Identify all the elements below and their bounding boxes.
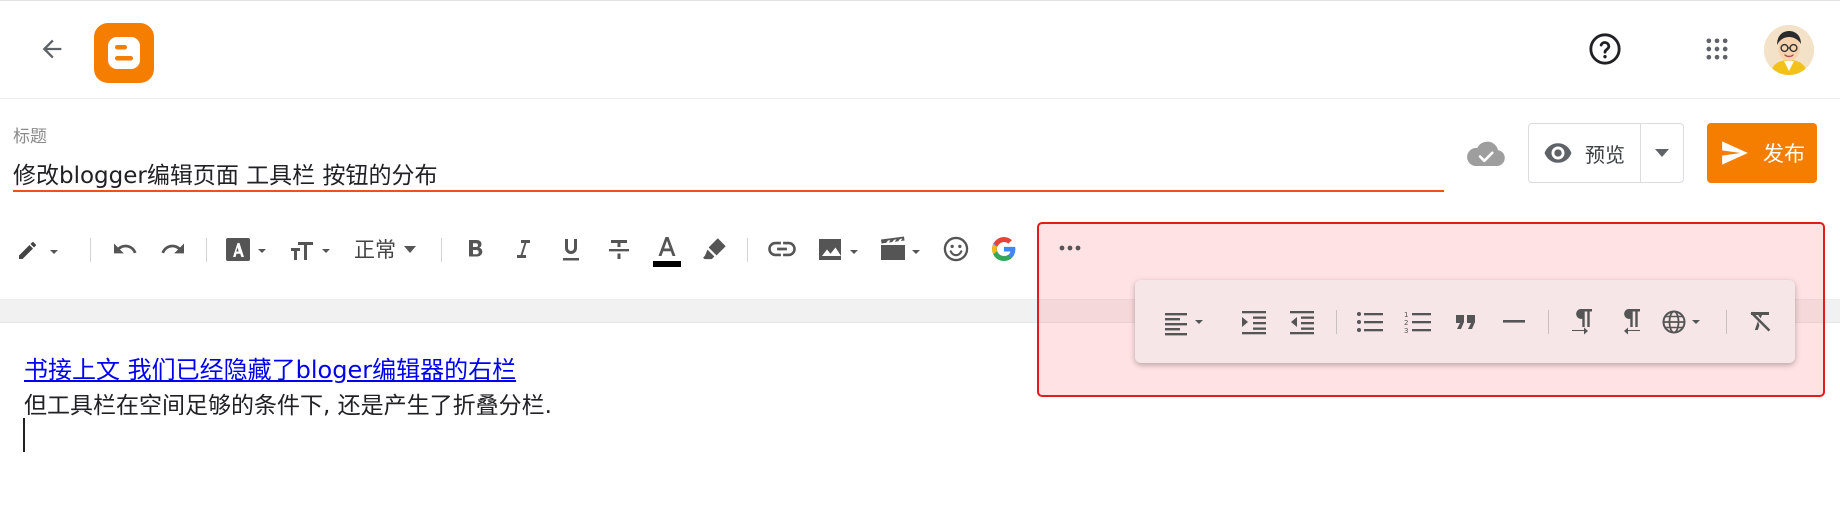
blogger-b-icon <box>108 37 140 69</box>
font-icon <box>226 238 266 261</box>
compose-mode-dropdown[interactable] <box>16 233 62 265</box>
app-header <box>0 1 1840 99</box>
preview-button[interactable]: 预览 <box>1529 124 1640 182</box>
content-link[interactable]: 书接上文 我们已经隐藏了bloger编辑器的右栏 <box>24 350 516 385</box>
insert-link-button[interactable] <box>766 233 798 265</box>
bulleted-list-icon <box>1357 312 1383 332</box>
align-dropdown[interactable] <box>1163 302 1209 342</box>
indent-button[interactable] <box>1239 302 1269 342</box>
quote-icon <box>1456 315 1475 329</box>
bold-button[interactable] <box>460 233 490 265</box>
content-paragraph: 但工具栏在空间足够的条件下, 还是产生了折叠分栏. <box>24 393 552 419</box>
publish-button[interactable]: 发布 <box>1707 123 1817 183</box>
arrow-left-icon <box>42 39 62 59</box>
link-icon <box>768 241 796 257</box>
underline-button[interactable] <box>556 233 586 265</box>
google-g-icon <box>992 237 1016 261</box>
redo-icon <box>161 243 184 254</box>
toolbar-separator <box>441 238 442 262</box>
menu-separator <box>1336 310 1337 334</box>
caret-down-icon <box>404 245 416 253</box>
bulleted-list-button[interactable] <box>1355 302 1385 342</box>
text-size-icon <box>291 242 330 260</box>
quote-button[interactable] <box>1451 302 1481 342</box>
undo-icon <box>114 243 137 254</box>
toolbar-separator <box>206 238 207 262</box>
google-search-button[interactable] <box>988 233 1020 265</box>
numbered-list-icon: 1 2 3 <box>1404 311 1431 335</box>
text-color-icon <box>653 237 681 267</box>
back-button[interactable] <box>28 25 76 73</box>
toolbar-separator <box>747 238 748 262</box>
svg-text:1: 1 <box>1404 311 1408 319</box>
svg-text:3: 3 <box>1404 327 1408 335</box>
undo-button[interactable] <box>109 233 141 265</box>
horizontal-rule-icon <box>1503 320 1525 323</box>
toolbar-separator <box>90 238 91 262</box>
apps-grid-icon <box>1706 38 1728 60</box>
blogger-logo[interactable] <box>94 23 154 83</box>
rtl-button[interactable] <box>1615 302 1645 342</box>
bold-icon <box>469 240 483 257</box>
redo-button[interactable] <box>157 233 189 265</box>
insert-video-dropdown[interactable] <box>878 233 924 265</box>
preview-dropdown[interactable] <box>1640 124 1683 182</box>
send-icon <box>1722 141 1748 165</box>
highlighter-icon <box>703 238 726 260</box>
svg-text:2: 2 <box>1404 319 1408 327</box>
pencil-icon <box>19 242 58 259</box>
menu-separator <box>1726 310 1727 334</box>
more-options-button[interactable] <box>1055 234 1085 262</box>
cloud-done-icon <box>1464 136 1508 172</box>
indent-decrease-icon <box>1290 311 1314 335</box>
insert-image-dropdown[interactable] <box>816 233 862 265</box>
text-direction-ltr-icon <box>1572 309 1592 335</box>
clear-formatting-button[interactable] <box>1745 302 1775 342</box>
post-title-input[interactable] <box>13 156 1444 192</box>
outdent-button[interactable] <box>1287 302 1317 342</box>
more-horiz-icon <box>1059 245 1081 251</box>
user-avatar-icon <box>1764 25 1814 75</box>
image-icon <box>819 239 858 260</box>
toolbar-overflow-menu: 1 2 3 <box>1135 280 1795 363</box>
preview-button-group: 预览 <box>1528 123 1684 183</box>
video-icon <box>881 236 920 260</box>
numbered-list-button[interactable]: 1 2 3 <box>1403 302 1433 342</box>
insert-emoji-button[interactable] <box>940 233 972 265</box>
highlight-button[interactable] <box>700 233 730 265</box>
text-color-button[interactable] <box>652 233 682 269</box>
clear-formatting-icon <box>1750 311 1771 332</box>
font-family-dropdown[interactable] <box>224 233 270 265</box>
help-button[interactable] <box>1580 24 1630 74</box>
align-left-icon <box>1165 313 1203 336</box>
emoji-icon <box>943 236 969 262</box>
language-dropdown[interactable] <box>1661 302 1707 342</box>
horizontal-rule-button[interactable] <box>1499 302 1529 342</box>
text-direction-rtl-icon <box>1624 309 1640 335</box>
ltr-button[interactable] <box>1567 302 1597 342</box>
paragraph-style-dropdown[interactable]: 正常 <box>354 233 422 265</box>
underline-icon <box>563 239 579 261</box>
italic-icon <box>517 240 530 258</box>
publish-label: 发布 <box>1763 142 1805 166</box>
avatar[interactable] <box>1764 25 1814 75</box>
google-apps-button[interactable] <box>1692 24 1742 74</box>
preview-label: 预览 <box>1585 142 1625 167</box>
paragraph-style-value: 正常 <box>354 238 396 262</box>
help-circle-icon <box>1589 33 1621 65</box>
strikethrough-icon <box>609 240 629 259</box>
font-size-dropdown[interactable] <box>288 233 334 265</box>
caret-down-icon <box>1655 149 1669 157</box>
globe-icon <box>1662 310 1700 334</box>
eye-icon <box>1544 143 1572 163</box>
menu-separator <box>1548 310 1549 334</box>
strikethrough-button[interactable] <box>604 233 634 265</box>
text-cursor <box>23 418 25 452</box>
title-label: 标题 <box>13 127 47 147</box>
indent-increase-icon <box>1242 311 1266 335</box>
italic-button[interactable] <box>508 233 538 265</box>
